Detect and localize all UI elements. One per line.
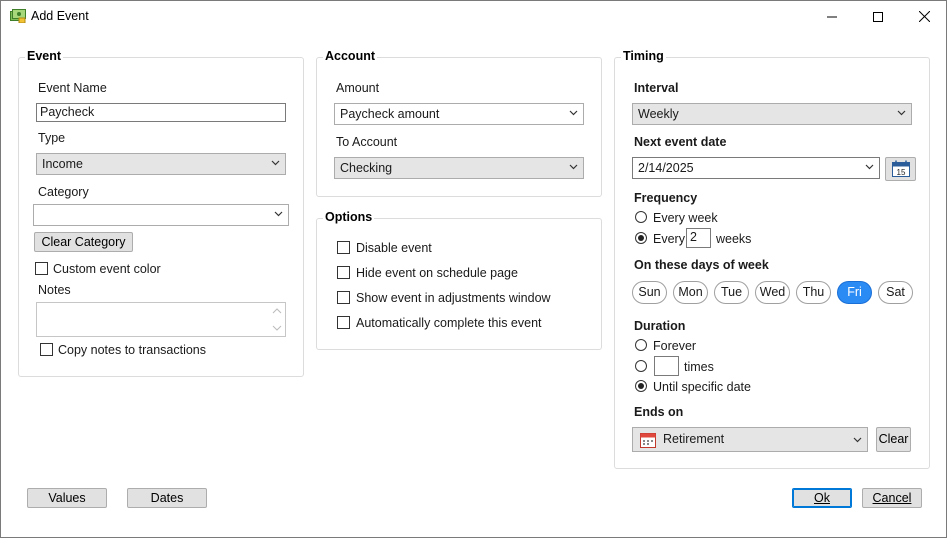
type-select[interactable]: Income (36, 153, 286, 175)
clear-category-button[interactable]: Clear Category (34, 232, 133, 252)
minimize-icon (827, 16, 837, 17)
copy-notes-checkbox[interactable] (40, 343, 53, 356)
day-sat-toggle[interactable]: Sat (878, 281, 913, 304)
maximize-button[interactable] (855, 1, 901, 32)
every-week-label: Every week (653, 211, 718, 225)
day-thu-toggle[interactable]: Thu (796, 281, 831, 304)
interval-select-value: Weekly (638, 107, 679, 121)
amount-select-value: Paycheck amount (340, 107, 440, 121)
notes-label: Notes (38, 283, 71, 297)
custom-color-label: Custom event color (53, 262, 161, 276)
cancel-button-label: Cancel (872, 491, 912, 505)
day-fri-toggle[interactable]: Fri (837, 281, 872, 304)
day-tue-toggle[interactable]: Tue (714, 281, 749, 304)
hide-event-checkbox[interactable] (337, 266, 350, 279)
type-select-value: Income (42, 157, 83, 171)
copy-notes-label: Copy notes to transactions (58, 343, 206, 357)
auto-complete-label: Automatically complete this event (356, 316, 542, 330)
maximize-icon (873, 11, 883, 22)
every-n-weeks-radio[interactable] (635, 232, 647, 244)
notes-textarea[interactable] (36, 302, 286, 337)
chevron-down-icon (569, 164, 578, 170)
hide-event-label: Hide event on schedule page (356, 266, 518, 280)
auto-complete-checkbox[interactable] (337, 316, 350, 329)
custom-color-checkbox[interactable] (35, 262, 48, 275)
type-label: Type (38, 131, 66, 145)
every-n-input[interactable]: 2 (686, 228, 711, 248)
cancel-button[interactable]: Cancel (862, 488, 922, 508)
times-input[interactable] (654, 356, 679, 376)
forever-radio[interactable] (635, 339, 647, 351)
show-adjustments-label: Show event in adjustments window (356, 291, 551, 305)
ok-button-label: Ok (814, 491, 830, 505)
event-group-title: Event (25, 49, 64, 63)
next-date-picker[interactable]: 2/14/2025 (632, 157, 880, 179)
interval-label: Interval (634, 81, 679, 95)
chevron-down-icon (271, 160, 280, 166)
disable-event-label: Disable event (356, 241, 432, 255)
account-group-title: Account (323, 49, 377, 63)
ok-button[interactable]: Ok (792, 488, 852, 508)
show-adjustments-checkbox[interactable] (337, 291, 350, 304)
scroll-down-icon[interactable] (271, 323, 283, 333)
disable-event-checkbox[interactable] (337, 241, 350, 254)
event-name-label: Event Name (38, 81, 107, 95)
app-money-icon (10, 9, 26, 24)
every-label: Every (653, 232, 685, 246)
frequency-label: Frequency (634, 191, 698, 205)
amount-select[interactable]: Paycheck amount (334, 103, 584, 125)
ends-on-label: Ends on (634, 405, 684, 419)
times-radio[interactable] (635, 360, 647, 372)
options-group: Options (316, 210, 602, 350)
interval-select[interactable]: Weekly (632, 103, 912, 125)
weeks-label: weeks (716, 232, 752, 246)
scroll-up-icon[interactable] (271, 306, 283, 316)
window-title: Add Event (31, 9, 89, 23)
minimize-button[interactable] (809, 1, 855, 32)
chevron-down-icon (853, 437, 862, 443)
calendar-event-icon (640, 433, 656, 448)
calendar-icon: 15 (891, 160, 910, 177)
until-date-label: Until specific date (653, 380, 751, 394)
chevron-down-icon (897, 110, 906, 116)
day-sun-toggle[interactable]: Sun (632, 281, 667, 304)
dates-button[interactable]: Dates (127, 488, 207, 508)
chevron-down-icon (569, 110, 578, 116)
forever-label: Forever (653, 339, 697, 353)
day-wed-toggle[interactable]: Wed (755, 281, 790, 304)
times-label: times (684, 360, 714, 374)
clear-ends-on-button[interactable]: Clear (876, 427, 911, 452)
close-icon (918, 11, 930, 22)
every-week-radio[interactable] (635, 211, 647, 223)
category-label: Category (38, 185, 89, 199)
until-date-radio[interactable] (635, 380, 647, 392)
close-button[interactable] (901, 1, 947, 32)
options-group-title: Options (323, 210, 375, 224)
add-event-dialog: Add Event Event Event Name Paycheck Type… (0, 0, 947, 538)
day-mon-toggle[interactable]: Mon (673, 281, 708, 304)
next-date-value: 2/14/2025 (638, 161, 694, 175)
calendar-day-text: 15 (896, 168, 905, 177)
to-account-select[interactable]: Checking (334, 157, 584, 179)
duration-label: Duration (634, 319, 686, 333)
chevron-down-icon (865, 164, 874, 170)
ends-on-select[interactable]: Retirement (632, 427, 868, 452)
title-bar[interactable]: Add Event (1, 1, 946, 32)
category-select[interactable] (33, 204, 289, 226)
chevron-down-icon (274, 211, 283, 217)
timing-group-title: Timing (621, 49, 666, 63)
ends-on-value: Retirement (663, 432, 725, 446)
calendar-button[interactable]: 15 (885, 157, 916, 181)
values-button[interactable]: Values (27, 488, 107, 508)
to-account-select-value: Checking (340, 161, 393, 175)
amount-label: Amount (336, 81, 380, 95)
event-name-input[interactable]: Paycheck (36, 103, 286, 122)
to-account-label: To Account (336, 135, 398, 149)
days-of-week-label: On these days of week (634, 258, 769, 272)
next-date-label: Next event date (634, 135, 727, 149)
